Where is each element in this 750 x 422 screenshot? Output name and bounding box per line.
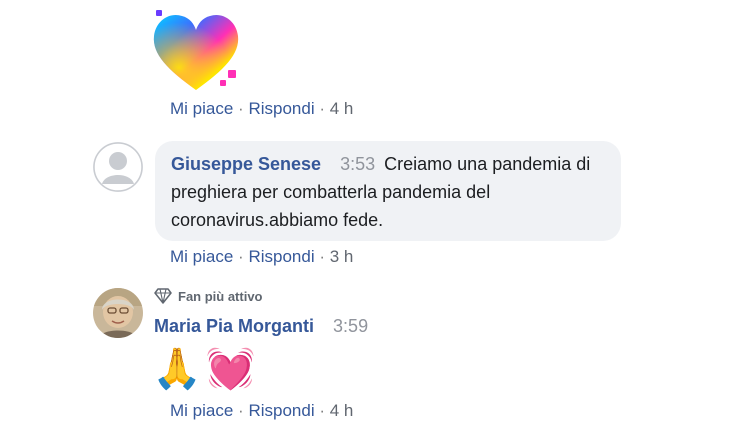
comment-age[interactable]: 4 h xyxy=(330,401,354,420)
comment-bubble: Giuseppe Senese 3:53 Creiamo una pandemi… xyxy=(155,141,621,241)
reply-link[interactable]: Rispondi xyxy=(248,99,314,118)
avatar-placeholder[interactable] xyxy=(93,142,143,192)
like-link[interactable]: Mi piace xyxy=(170,247,233,266)
comment-3-actions: Mi piace · Rispondi · 4 h xyxy=(170,401,353,421)
comment-age[interactable]: 4 h xyxy=(330,99,354,118)
top-fan-badge: Fan più attivo xyxy=(154,288,263,304)
emoji-row: 🙏 💓 xyxy=(152,344,256,394)
user-photo-icon xyxy=(93,288,143,338)
separator-dot: · xyxy=(238,401,244,420)
badge-label: Fan più attivo xyxy=(178,288,263,304)
comment-3-header: Maria Pia Morganti 3:59 xyxy=(154,316,368,337)
comment-timestamp: 3:53 xyxy=(340,154,376,174)
rainbow-heart-icon xyxy=(153,10,239,90)
separator-dot: · xyxy=(319,401,326,420)
comment-timestamp: 3:59 xyxy=(333,316,369,336)
comment-1-actions: Mi piace · Rispondi · 4 h xyxy=(170,99,353,119)
author-name[interactable]: Giuseppe Senese xyxy=(171,154,321,174)
like-link[interactable]: Mi piace xyxy=(170,401,233,420)
praying-hands-icon: 🙏 xyxy=(152,347,202,391)
like-link[interactable]: Mi piace xyxy=(170,99,233,118)
comment-2-actions: Mi piace · Rispondi · 3 h xyxy=(170,247,353,267)
avatar[interactable] xyxy=(93,288,143,338)
diamond-icon xyxy=(154,288,172,304)
comment-age[interactable]: 3 h xyxy=(330,247,354,266)
separator-dot: · xyxy=(238,99,244,118)
separator-dot: · xyxy=(319,99,326,118)
heart-sticker xyxy=(148,8,244,94)
reply-link[interactable]: Rispondi xyxy=(248,401,314,420)
separator-dot: · xyxy=(319,247,326,266)
reply-link[interactable]: Rispondi xyxy=(248,247,314,266)
separator-dot: · xyxy=(238,247,244,266)
beating-heart-icon: 💓 xyxy=(205,347,256,391)
default-avatar-icon xyxy=(93,142,143,192)
comment-body: Giuseppe Senese 3:53 Creiamo una pandemi… xyxy=(171,150,605,234)
author-name[interactable]: Maria Pia Morganti xyxy=(154,316,314,336)
